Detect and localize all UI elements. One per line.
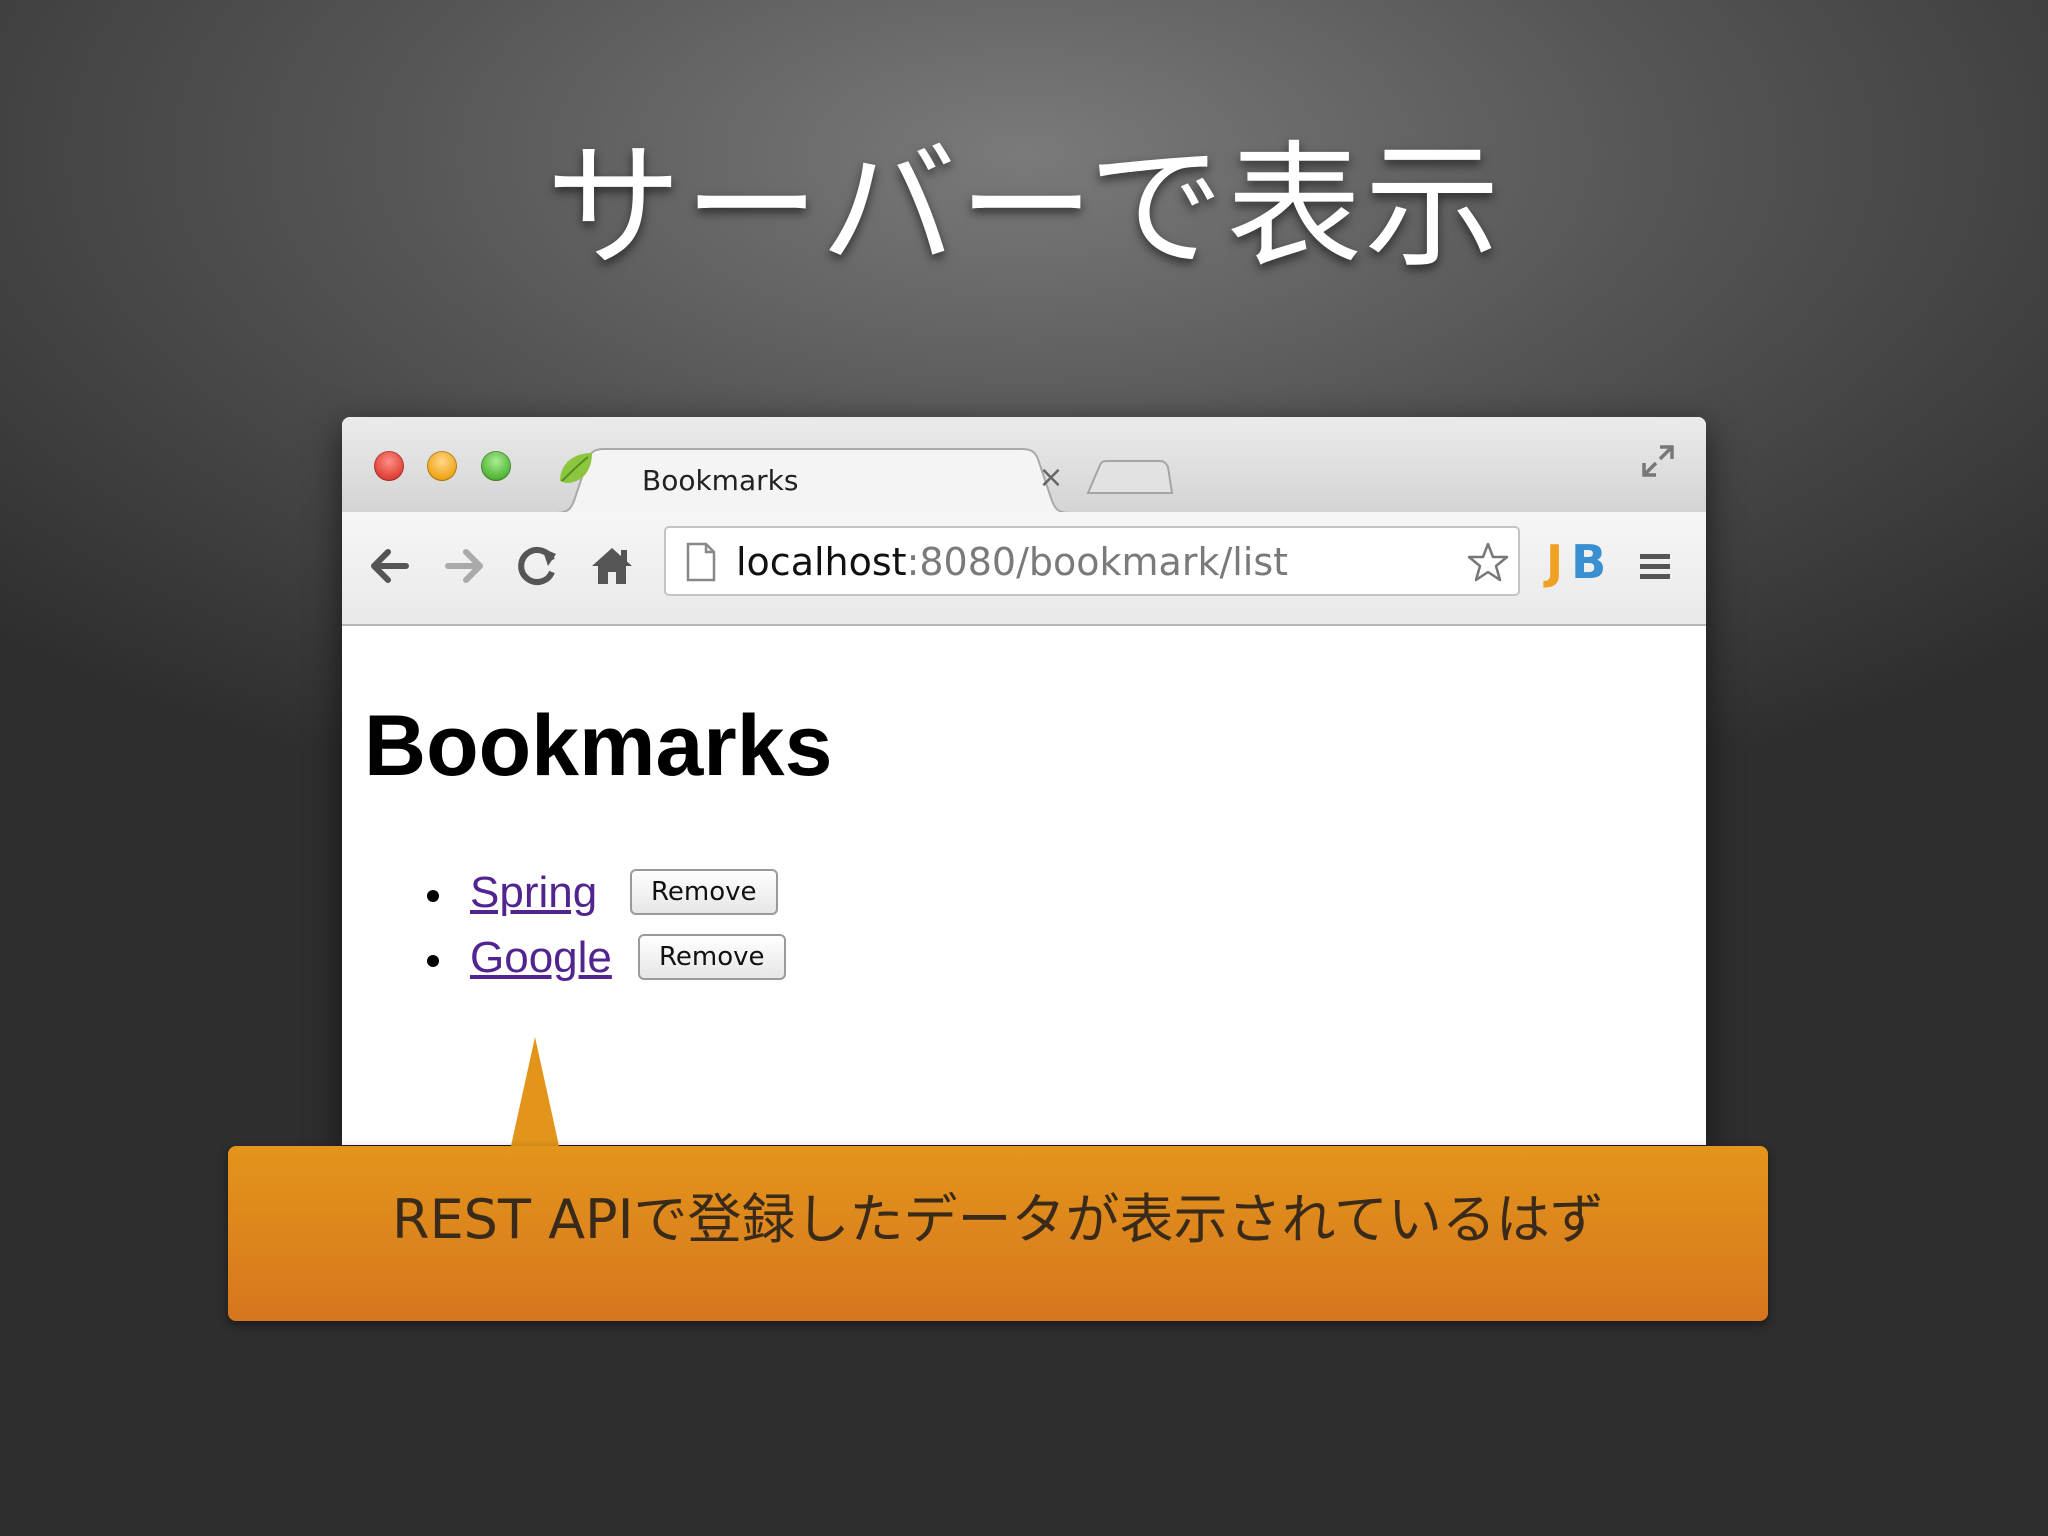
jrebel-extension-icon[interactable]: J B [1546,534,1606,590]
address-bar[interactable]: localhost:8080/bookmark/list [664,526,1520,596]
home-icon[interactable] [586,540,638,592]
back-icon[interactable] [364,540,416,592]
bullet [427,890,439,902]
callout-text: REST APIで登録したデータが表示されているはず [392,1188,1604,1251]
page-heading: Bookmarks [364,698,833,794]
slide-title: サーバーで表示 [545,129,1503,287]
tab-bar: Bookmarks × [342,417,1706,513]
hamburger-menu-icon[interactable] [1638,550,1672,584]
navigation-toolbar: localhost:8080/bookmark/list J B [342,512,1706,626]
spring-leaf-icon [560,453,592,483]
callout-box: REST APIで登録したデータが表示されているはず [228,1146,1768,1321]
tab-bookmarks[interactable]: Bookmarks × [556,447,1070,513]
bookmark-link-spring[interactable]: Spring [470,866,597,920]
reload-icon[interactable] [512,540,564,592]
tab-title: Bookmarks [642,464,799,497]
extension-label-b: B [1571,535,1606,589]
minimize-window-button[interactable] [427,451,457,481]
close-window-button[interactable] [374,451,404,481]
new-tab-button[interactable] [1084,459,1174,495]
zoom-window-button[interactable] [481,451,511,481]
remove-button[interactable]: Remove [630,869,778,915]
remove-button[interactable]: Remove [638,934,786,980]
url-path: :8080/bookmark/list [906,540,1289,584]
callout-pointer [509,1037,561,1155]
star-icon[interactable] [1466,540,1510,584]
bullet [427,955,439,967]
fullscreen-icon[interactable] [1638,441,1678,481]
bookmark-link-google[interactable]: Google [470,931,612,985]
page-icon [686,542,716,582]
url-host: localhost [736,540,907,584]
url-text[interactable]: localhost:8080/bookmark/list [736,540,1288,584]
tab-close-icon[interactable]: × [1034,461,1068,495]
extension-label: J [1546,535,1563,589]
forward-icon[interactable] [438,540,490,592]
